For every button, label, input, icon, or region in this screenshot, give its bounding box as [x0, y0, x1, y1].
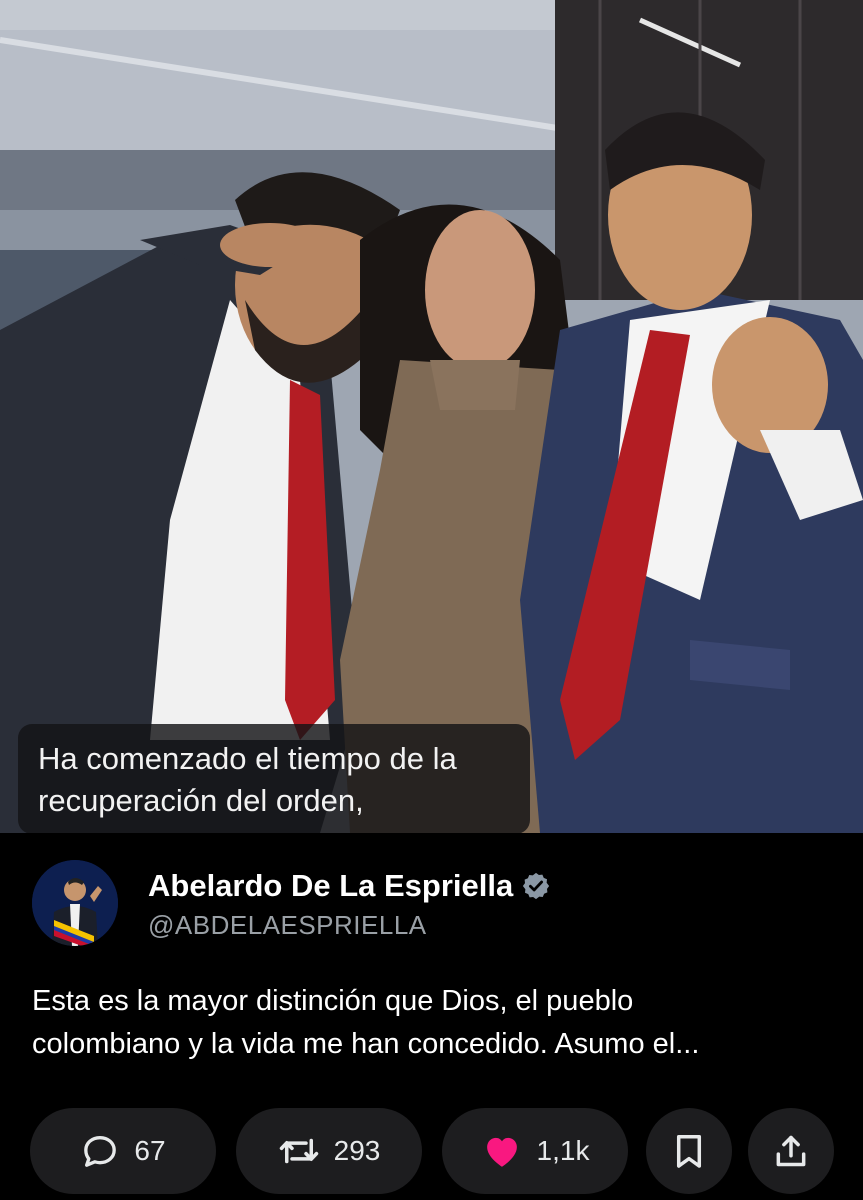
- share-icon: [776, 1135, 806, 1167]
- reply-button[interactable]: 67: [30, 1108, 216, 1194]
- author-name-row[interactable]: Abelardo De La Espriella: [148, 866, 551, 906]
- caption-line: Ha comenzado el tiempo de la: [38, 741, 457, 776]
- heart-icon: [486, 1137, 517, 1167]
- video-frame-image: [0, 0, 863, 833]
- author-handle[interactable]: @ABDELAESPRIELLA: [148, 910, 427, 941]
- video-caption: Ha comenzado el tiempo de la recuperació…: [18, 724, 530, 833]
- bookmark-icon: [676, 1135, 702, 1168]
- repost-count: 293: [333, 1135, 381, 1166]
- like-button[interactable]: 1,1k: [442, 1108, 628, 1194]
- tweet-detail-screen: Ha comenzado el tiempo de la recuperació…: [0, 0, 863, 1200]
- bookmark-button[interactable]: [646, 1108, 732, 1194]
- tweet-text[interactable]: Esta es la mayor distinción que Dios, el…: [32, 980, 832, 1066]
- caption-line: recuperación del orden,: [38, 783, 364, 818]
- avatar-image: [32, 860, 118, 946]
- verified-badge-icon: [523, 872, 550, 900]
- reply-count: 67: [134, 1135, 166, 1166]
- avatar[interactable]: [32, 860, 118, 946]
- tweet-text-line: Esta es la mayor distinción que Dios, el…: [32, 985, 634, 1017]
- repost-icon: [279, 1138, 318, 1164]
- repost-button[interactable]: 293: [236, 1108, 422, 1194]
- author-display-name[interactable]: Abelardo De La Espriella: [148, 868, 513, 904]
- share-button[interactable]: [748, 1108, 834, 1194]
- video-player[interactable]: Ha comenzado el tiempo de la recuperació…: [0, 0, 863, 833]
- reply-icon: [84, 1136, 117, 1167]
- tweet-text-line: colombiano y la vida me han concedido. A…: [32, 1028, 700, 1060]
- like-count: 1,1k: [536, 1135, 590, 1166]
